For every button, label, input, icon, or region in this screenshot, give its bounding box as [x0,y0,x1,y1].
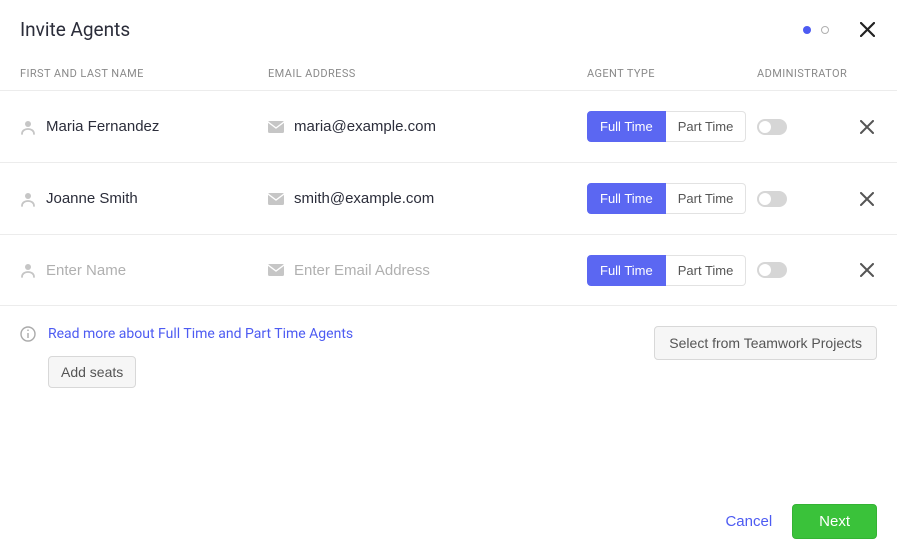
add-seats-button[interactable]: Add seats [48,356,136,388]
full-time-button[interactable]: Full Time [587,255,666,286]
remove-row-icon[interactable] [857,117,877,137]
part-time-button[interactable]: Part Time [666,183,747,214]
agent-row: Full Time Part Time [0,90,897,162]
close-icon[interactable] [857,20,877,40]
full-time-button[interactable]: Full Time [587,183,666,214]
name-input[interactable] [46,262,268,279]
mail-icon [268,121,284,133]
email-input[interactable] [294,262,587,279]
agent-type-toggle: Full Time Part Time [587,111,746,142]
full-time-button[interactable]: Full Time [587,111,666,142]
agent-type-toggle: Full Time Part Time [587,183,746,214]
part-time-button[interactable]: Part Time [666,255,747,286]
col-header-admin: Administrator [757,67,877,80]
agent-row: Full Time Part Time [0,234,897,306]
person-icon [20,119,36,135]
step-dot-2 [821,26,829,34]
agent-row: Full Time Part Time [0,162,897,234]
info-icon [20,326,36,342]
mail-icon [268,264,284,276]
select-from-teamwork-button[interactable]: Select from Teamwork Projects [654,326,877,360]
col-header-name: First and Last Name [20,67,268,80]
remove-row-icon[interactable] [857,260,877,280]
email-input[interactable] [294,118,587,135]
admin-toggle[interactable] [757,191,787,207]
agent-rows: Full Time Part Time [0,90,897,306]
agent-types-info-link[interactable]: Read more about Full Time and Part Time … [48,326,353,342]
remove-row-icon[interactable] [857,189,877,209]
col-header-email: Email Address [268,67,587,80]
next-button[interactable]: Next [792,504,877,539]
mail-icon [268,193,284,205]
col-header-type: Agent Type [587,67,757,80]
admin-toggle[interactable] [757,119,787,135]
step-dot-1 [803,26,811,34]
column-headers: First and Last Name Email Address Agent … [0,55,897,90]
admin-toggle[interactable] [757,262,787,278]
cancel-button[interactable]: Cancel [725,513,772,530]
agent-type-toggle: Full Time Part Time [587,255,746,286]
name-input[interactable] [46,118,268,135]
email-input[interactable] [294,190,587,207]
step-indicator [803,26,829,34]
modal-header: Invite Agents [0,0,897,55]
person-icon [20,262,36,278]
name-input[interactable] [46,190,268,207]
person-icon [20,191,36,207]
info-bar: Read more about Full Time and Part Time … [0,306,897,398]
invite-agents-modal: Invite Agents First and Last Name Email … [0,0,897,557]
modal-footer: Cancel Next [0,486,897,557]
part-time-button[interactable]: Part Time [666,111,747,142]
modal-title: Invite Agents [20,18,803,41]
